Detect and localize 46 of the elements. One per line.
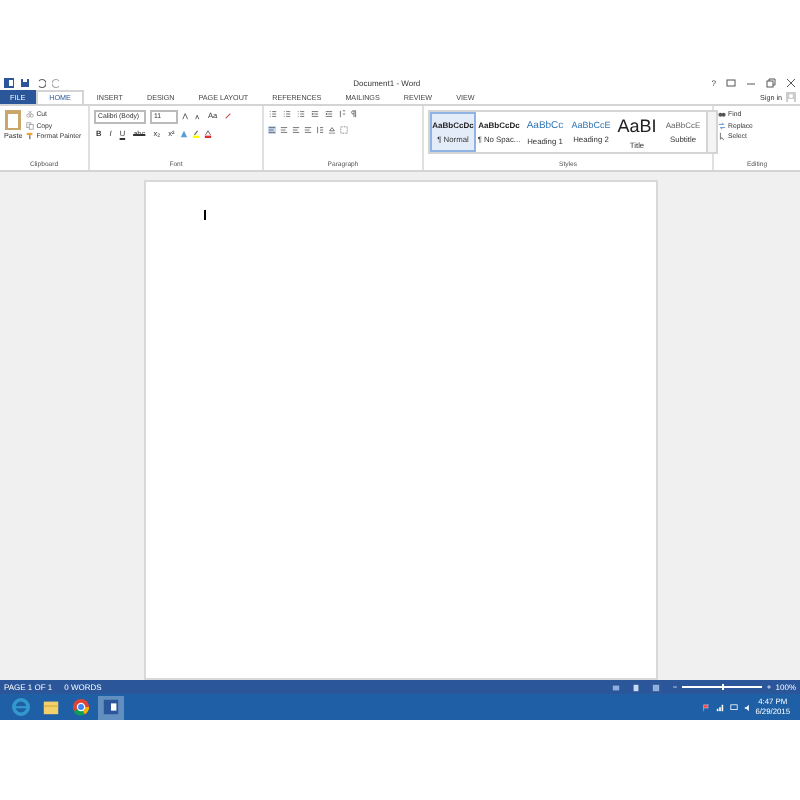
align-icon[interactable] [304,126,312,134]
word-logo-icon[interactable] [4,78,14,88]
clear-format-icon[interactable] [223,112,232,121]
highlight-icon[interactable] [192,129,201,137]
minimize-icon[interactable] [746,78,756,88]
zoom-out-icon[interactable] [671,684,678,690]
browser-icon[interactable] [12,698,30,716]
ribbon-display-icon[interactable] [726,78,736,88]
list-icon[interactable] [282,110,292,118]
undo-icon[interactable] [36,78,46,88]
zoom-in-icon[interactable] [765,684,772,690]
scissors-icon[interactable] [26,110,35,118]
indent-icon[interactable] [310,110,320,118]
shading-icon[interactable] [328,126,336,134]
align-icon[interactable] [292,126,300,134]
font-color-icon[interactable] [204,129,213,137]
redo-icon[interactable] [52,78,62,88]
cursor-icon[interactable] [718,132,726,140]
save-icon[interactable] [20,78,30,88]
list-icon[interactable] [268,110,278,118]
flag-icon[interactable] [701,703,710,711]
borders-icon[interactable] [340,126,348,134]
replace-icon[interactable] [718,121,726,129]
copy-icon[interactable] [26,121,35,129]
web-layout-icon[interactable] [651,683,660,691]
text-cursor [203,210,205,220]
binoculars-icon[interactable] [718,110,726,118]
align-icon[interactable] [280,126,288,134]
print-layout-icon[interactable] [631,683,640,691]
speaker-icon[interactable] [743,703,752,711]
chrome-icon[interactable] [72,698,90,716]
text-effects-icon[interactable] [180,129,189,137]
monitor-icon[interactable] [729,703,738,711]
list-icon[interactable] [296,110,306,118]
brush-icon[interactable] [26,132,35,140]
pilcrow-icon[interactable] [350,110,358,118]
gallery-scrollbar[interactable] [706,112,716,152]
folder-icon[interactable] [42,698,60,716]
line-spacing-icon[interactable] [316,126,324,134]
align-icon[interactable] [268,126,276,134]
word-app-icon[interactable] [102,698,120,716]
close-icon[interactable] [786,78,796,88]
restore-icon[interactable] [766,78,776,88]
network-icon[interactable] [715,703,724,711]
read-mode-icon[interactable] [611,683,620,691]
indent-icon[interactable] [324,110,334,118]
